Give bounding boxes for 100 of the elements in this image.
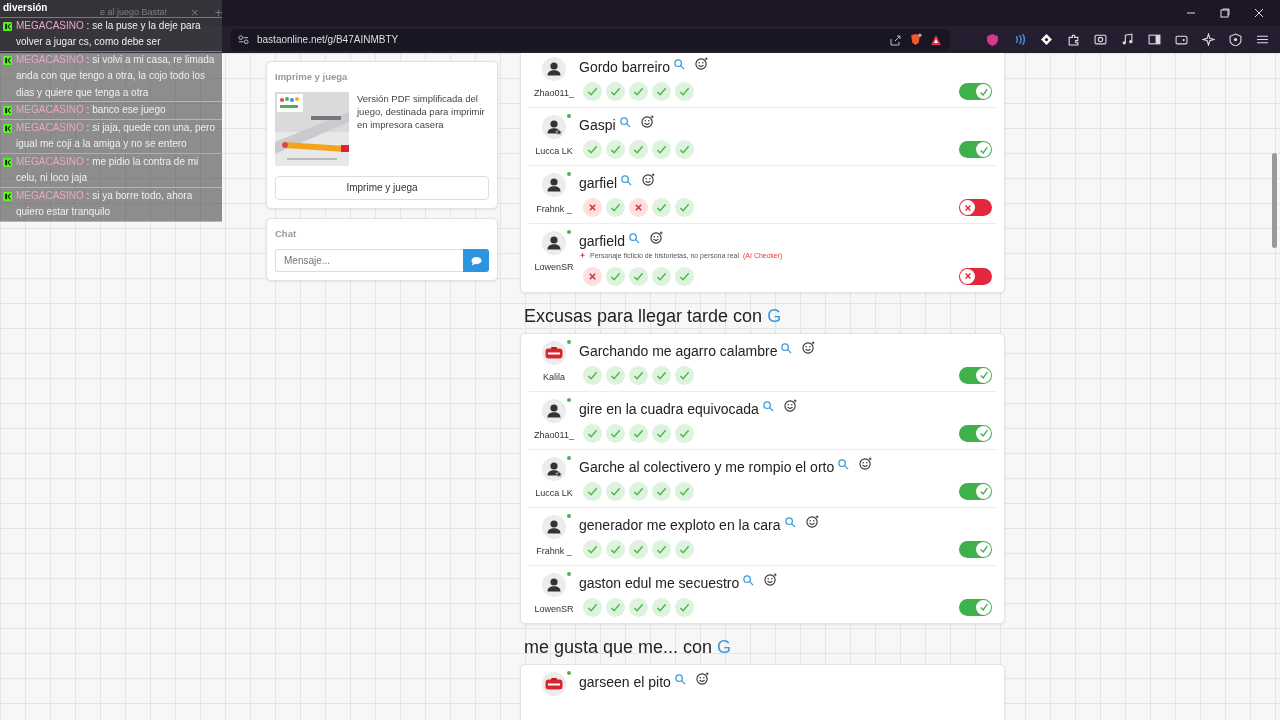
address-bar[interactable]: bastaonline.net/g/B47AINMBTY [230, 28, 950, 51]
validity-toggle[interactable] [959, 424, 992, 442]
vote-check-icon[interactable] [675, 198, 694, 217]
print-button[interactable]: Imprime y juega [275, 175, 489, 200]
vote-cross-icon[interactable] [583, 198, 602, 217]
wallet-icon[interactable] [1175, 33, 1188, 46]
vote-check-icon[interactable] [675, 423, 694, 443]
smiley-icon[interactable] [783, 398, 797, 412]
lion-shield-icon[interactable] [909, 33, 922, 46]
tab-title[interactable]: e al juego Basta! [100, 6, 168, 20]
vote-check-icon[interactable] [652, 365, 671, 385]
vote-check-icon[interactable] [675, 140, 694, 159]
vote-check-icon[interactable] [606, 597, 625, 617]
vpn-icon[interactable] [1229, 33, 1242, 46]
scrollbar[interactable] [1272, 153, 1277, 248]
vote-check-icon[interactable] [675, 481, 694, 501]
message-field[interactable]: Mensaje... [275, 249, 463, 272]
smiley-icon[interactable] [649, 231, 663, 244]
wave-icon[interactable] [1013, 33, 1026, 46]
vote-check-icon[interactable] [629, 365, 648, 385]
new-tab-button[interactable]: + [214, 3, 223, 23]
vote-check-icon[interactable] [629, 539, 648, 559]
vote-check-icon[interactable] [675, 597, 694, 617]
vote-check-icon[interactable] [629, 266, 648, 286]
send-button[interactable] [463, 249, 489, 272]
smiley-icon[interactable] [695, 57, 709, 70]
vote-check-icon[interactable] [652, 82, 671, 101]
vote-check-icon[interactable] [583, 423, 602, 443]
smiley-icon[interactable] [695, 671, 709, 685]
vote-check-icon[interactable] [606, 423, 625, 443]
vote-check-icon[interactable] [606, 266, 625, 286]
menu-icon[interactable] [1256, 33, 1269, 46]
shield-icon[interactable] [986, 33, 999, 46]
search-icon[interactable] [762, 400, 774, 412]
vote-check-icon[interactable] [652, 481, 671, 501]
puzzle-icon[interactable] [1067, 33, 1080, 46]
search-icon[interactable] [784, 516, 796, 528]
share-icon[interactable] [889, 33, 901, 46]
vote-check-icon[interactable] [629, 423, 648, 443]
validity-toggle[interactable] [959, 199, 992, 216]
screenshot-icon[interactable] [1094, 33, 1107, 46]
vote-check-icon[interactable] [652, 597, 671, 617]
maximize-icon[interactable] [1220, 8, 1230, 18]
smiley-icon[interactable] [642, 173, 656, 186]
vote-check-icon[interactable] [652, 266, 671, 286]
vote-check-icon[interactable] [629, 82, 648, 101]
sparkle-icon[interactable] [1202, 33, 1215, 46]
vote-check-icon[interactable] [583, 140, 602, 159]
vote-check-icon[interactable] [583, 82, 602, 101]
vote-check-icon[interactable] [583, 539, 602, 559]
search-icon[interactable] [781, 342, 793, 354]
vote-check-icon[interactable] [606, 539, 625, 559]
smiley-icon[interactable] [640, 115, 654, 128]
search-icon[interactable] [628, 233, 640, 244]
validity-toggle[interactable] [959, 540, 992, 558]
vote-check-icon[interactable] [606, 481, 625, 501]
vote-check-icon[interactable] [583, 481, 602, 501]
vote-check-icon[interactable] [629, 481, 648, 501]
diamond-icon[interactable] [1040, 33, 1053, 46]
smiley-icon[interactable] [805, 514, 819, 528]
search-icon[interactable] [674, 673, 686, 685]
vote-check-icon[interactable] [652, 539, 671, 559]
search-icon[interactable] [621, 175, 633, 186]
vote-check-icon[interactable] [652, 423, 671, 443]
vote-check-icon[interactable] [629, 597, 648, 617]
vote-check-icon[interactable] [583, 365, 602, 385]
vote-check-icon[interactable] [606, 140, 625, 159]
check-icon [978, 544, 989, 554]
vote-check-icon[interactable] [675, 365, 694, 385]
vote-check-icon[interactable] [675, 266, 694, 286]
search-icon[interactable] [619, 117, 631, 128]
validity-toggle[interactable] [959, 366, 992, 384]
vote-check-icon[interactable] [652, 140, 671, 159]
vote-check-icon[interactable] [675, 82, 694, 101]
search-icon[interactable] [838, 458, 850, 470]
validity-toggle[interactable] [959, 482, 992, 500]
smiley-icon[interactable] [859, 456, 873, 470]
vote-check-icon[interactable] [652, 198, 671, 217]
close-icon[interactable] [1254, 8, 1264, 18]
sidebar-icon[interactable] [1148, 33, 1161, 46]
vote-check-icon[interactable] [606, 82, 625, 101]
validity-toggle[interactable] [959, 83, 992, 100]
triangle-icon[interactable] [930, 33, 942, 46]
validity-toggle[interactable] [959, 598, 992, 616]
smiley-icon[interactable] [764, 572, 778, 586]
vote-check-icon[interactable] [675, 539, 694, 559]
music-icon[interactable] [1121, 33, 1134, 46]
search-icon[interactable] [674, 59, 686, 70]
smiley-icon[interactable] [802, 340, 816, 354]
badge-icon [3, 55, 12, 65]
vote-check-icon[interactable] [606, 365, 625, 385]
validity-toggle[interactable] [959, 267, 992, 285]
site-settings-icon[interactable] [238, 34, 249, 45]
validity-toggle[interactable] [959, 141, 992, 158]
vote-check-icon[interactable] [606, 198, 625, 217]
vote-check-icon[interactable] [583, 597, 602, 617]
vote-check-icon[interactable] [629, 140, 648, 159]
search-icon[interactable] [743, 574, 755, 586]
vote-cross-icon[interactable] [583, 266, 602, 286]
vote-cross-icon[interactable] [629, 198, 648, 217]
